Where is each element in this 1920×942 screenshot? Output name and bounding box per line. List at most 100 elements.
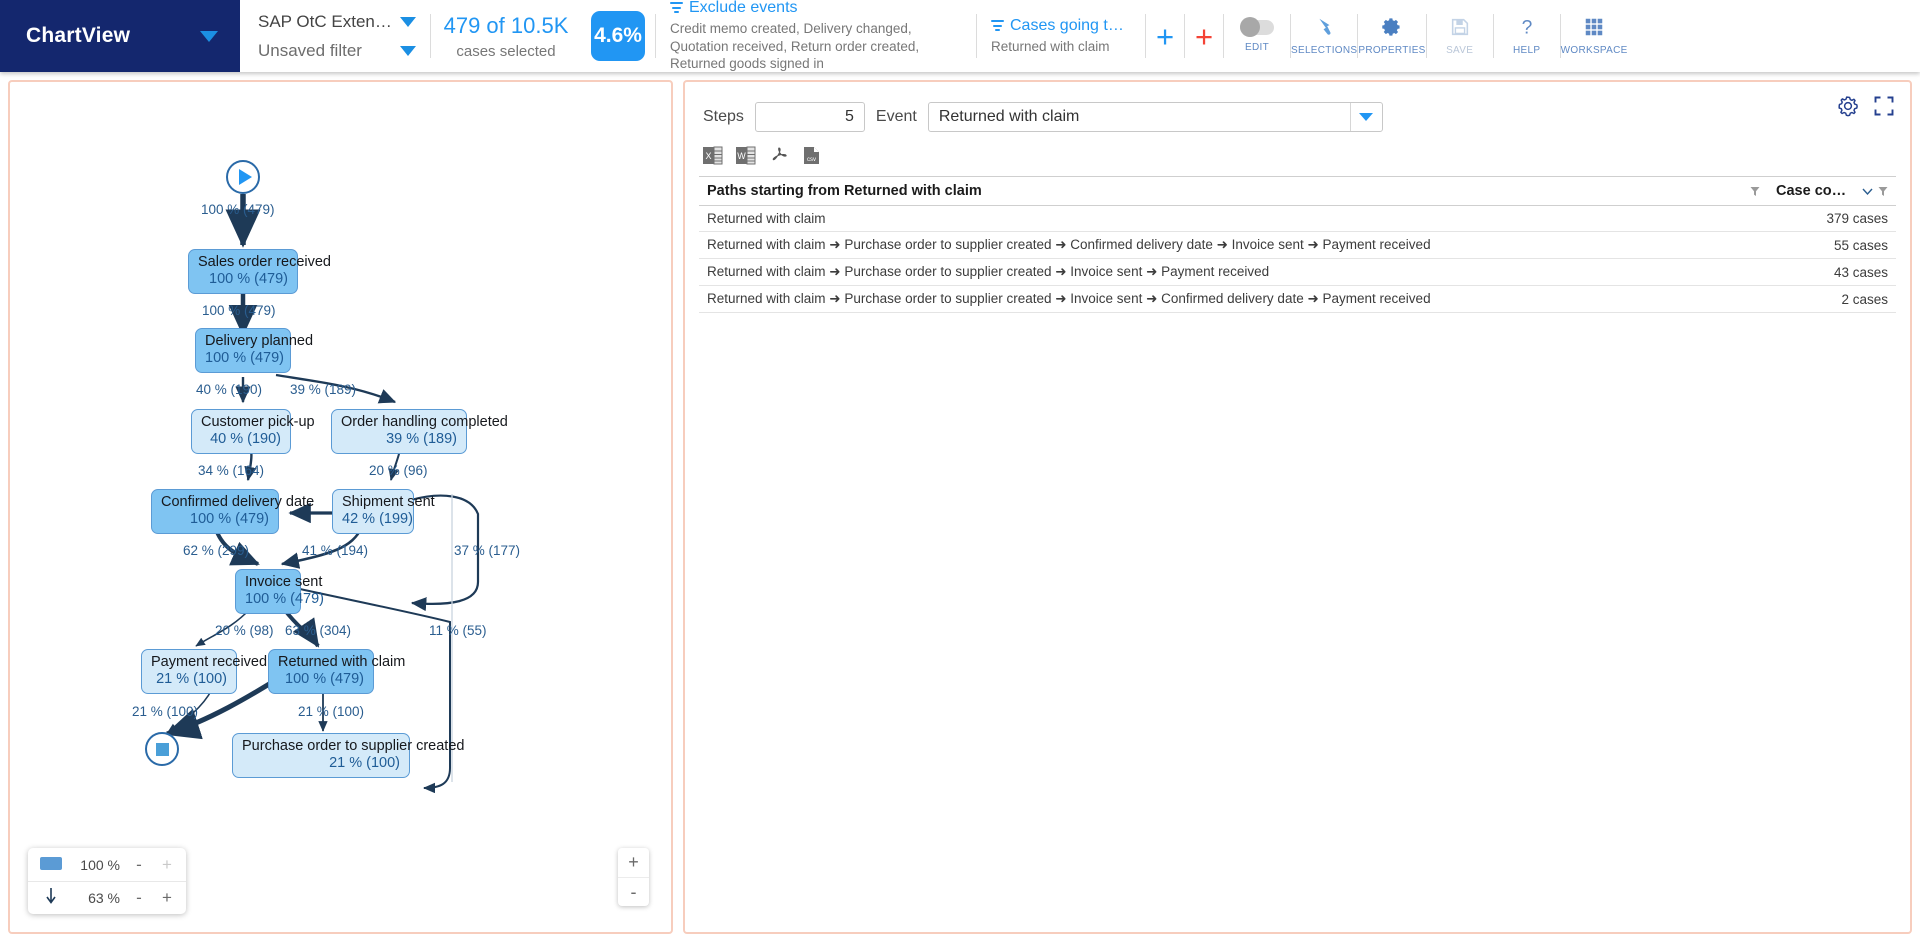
table-row[interactable]: Returned with claim ➜ Purchase order to … [699,231,1896,259]
export-csv-icon[interactable]: csv [802,145,822,167]
settings-gear-icon[interactable] [1836,94,1860,118]
event-select-value: Returned with claim [938,108,1080,125]
filter-chip-cases-going-through[interactable]: Cases going thro… Returned with claim [977,0,1145,72]
table-row[interactable]: Returned with claim ➜ Purchase order to … [699,258,1896,286]
filter-name: Unsaved filter [258,40,362,60]
dataset-row[interactable]: SAP OtC Extend… [258,12,416,32]
cases-label: cases selected [456,42,556,60]
steps-label: Steps [703,108,744,125]
cell-path: Returned with claim ➜ Purchase order to … [699,285,1768,313]
path-slider-row: 63 % - + [28,881,186,914]
stop-icon [155,742,169,756]
toggle-switch-icon[interactable] [1240,17,1274,37]
add-exclude-button[interactable]: + [1185,0,1223,72]
chevron-down-icon[interactable] [1862,186,1873,197]
edit-toggle-button[interactable]: EDIT [1224,0,1290,72]
filter-funnel-icon[interactable] [1750,186,1760,197]
activity-slider-row: 100 % - + [28,848,186,881]
node-stat: 39 % (189) [386,430,457,447]
column-label: Case co… [1776,183,1847,199]
graph-node-shipment-sent[interactable]: Shipment sent 42 % (199) [332,489,435,534]
edge-label: 34 % (164) [198,463,265,478]
tool-label: SAVE [1446,45,1474,56]
column-header-case-count[interactable]: Case co… [1768,176,1896,206]
zoom-in-button[interactable]: + [618,848,649,877]
chevron-down-icon[interactable] [400,45,416,56]
chip-subtitle: Returned with claim [991,38,1110,54]
graph-node-customer-pick-up[interactable]: Customer pick-up 40 % (190) [191,409,315,454]
zoom-out-button[interactable]: - [618,877,649,906]
column-header-icons [1750,186,1760,197]
graph-node-delivery-planned[interactable]: Delivery planned 100 % (479) [195,328,313,373]
table-row[interactable]: Returned with claim ➜ Purchase order to … [699,285,1896,313]
filter-row[interactable]: Unsaved filter [258,41,416,61]
column-label: Paths starting from Returned with claim [707,183,982,199]
event-select[interactable]: Returned with claim [927,102,1383,132]
brand-area[interactable]: ChartView [0,0,240,72]
steps-input[interactable] [754,102,865,132]
floppy-disk-icon [1451,18,1468,36]
node-stat: 21 % (100) [329,754,400,771]
graph-node-order-handling-completed[interactable]: Order handling completed 39 % (189) [331,409,508,454]
node-title: Invoice sent [245,574,323,590]
play-icon [238,169,252,185]
path-slider-value: 63 % [88,890,120,906]
graph-node-sales-order-received[interactable]: Sales order received 100 % (479) [188,249,331,294]
svg-text:W: W [737,151,746,161]
node-title: Purchase order to supplier created [242,738,465,754]
process-graph[interactable]: 100 % (479) Sales order received 100 % (… [10,82,671,932]
properties-button[interactable]: PROPERTIES [1358,0,1425,72]
column-header-paths[interactable]: Paths starting from Returned with claim [699,176,1768,206]
paths-panel: Steps Event Returned with claim X W [683,80,1912,934]
event-label: Event [875,108,917,125]
path-slider-increase[interactable]: + [156,888,178,908]
chevron-down-icon[interactable] [400,16,416,27]
graph-node-returned-with-claim[interactable]: Returned with claim 100 % (479) [268,649,405,694]
node-title: Sales order received [198,254,331,270]
export-excel-icon[interactable]: X [703,145,723,167]
filter-icon [991,20,1004,32]
panel-header-icons [1836,94,1896,118]
activity-slider-increase[interactable]: + [156,855,178,875]
node-swatch-icon [36,856,66,873]
cases-summary: 479 of 10.5K cases selected [431,0,581,72]
graph-end-node[interactable] [145,732,179,766]
save-button[interactable]: SAVE [1427,0,1493,72]
table-row[interactable]: Returned with claim 379 cases [699,205,1896,232]
path-slider-decrease[interactable]: - [128,888,150,908]
graph-node-invoice-sent[interactable]: Invoice sent 100 % (479) [235,569,324,614]
graph-node-payment-received[interactable]: Payment received 21 % (100) [141,649,267,694]
tool-label: EDIT [1245,41,1269,53]
export-pdf-icon[interactable] [769,145,789,167]
node-stat: 100 % (479) [190,510,269,527]
gear-icon [1382,18,1400,36]
graph-start-node[interactable] [226,160,260,194]
edge-label: 21 % (100) [132,704,199,719]
help-button[interactable]: ? HELP [1494,0,1560,72]
dataset-selector: SAP OtC Extend… Unsaved filter [240,0,430,72]
graph-node-confirmed-delivery-date[interactable]: Confirmed delivery date 100 % (479) [151,489,314,534]
edge-label: 100 % (479) [201,202,275,217]
node-title: Shipment sent [342,494,435,510]
filter-chip-exclude-events[interactable]: Exclude events Credit memo created, Deli… [656,0,976,72]
cell-path: Returned with claim ➜ Purchase order to … [699,231,1768,259]
cell-cases: 43 cases [1768,258,1896,286]
chevron-down-icon[interactable] [200,30,218,42]
graph-node-purchase-order-to-supplier-created[interactable]: Purchase order to supplier created 21 % … [232,733,465,778]
export-word-icon[interactable]: W [736,145,756,167]
fullscreen-icon[interactable] [1872,94,1896,118]
workspace-button[interactable]: WORKSPACE [1561,0,1628,72]
edge-label: 62 % (299) [183,543,250,558]
column-header-icons [1862,186,1888,197]
edge-label: 39 % (189) [290,382,357,397]
cell-cases: 55 cases [1768,231,1896,259]
node-title: Customer pick-up [201,414,315,430]
filter-funnel-icon[interactable] [1878,186,1888,197]
activity-slider-decrease[interactable]: - [128,855,150,875]
cases-count: 479 of 10.5K [443,12,569,38]
grid-icon [1585,18,1603,36]
svg-text:?: ? [1521,17,1532,38]
add-filter-button[interactable]: + [1146,0,1184,72]
chevron-down-icon[interactable] [1349,103,1382,131]
selections-button[interactable]: SELECTIONS [1291,0,1357,72]
